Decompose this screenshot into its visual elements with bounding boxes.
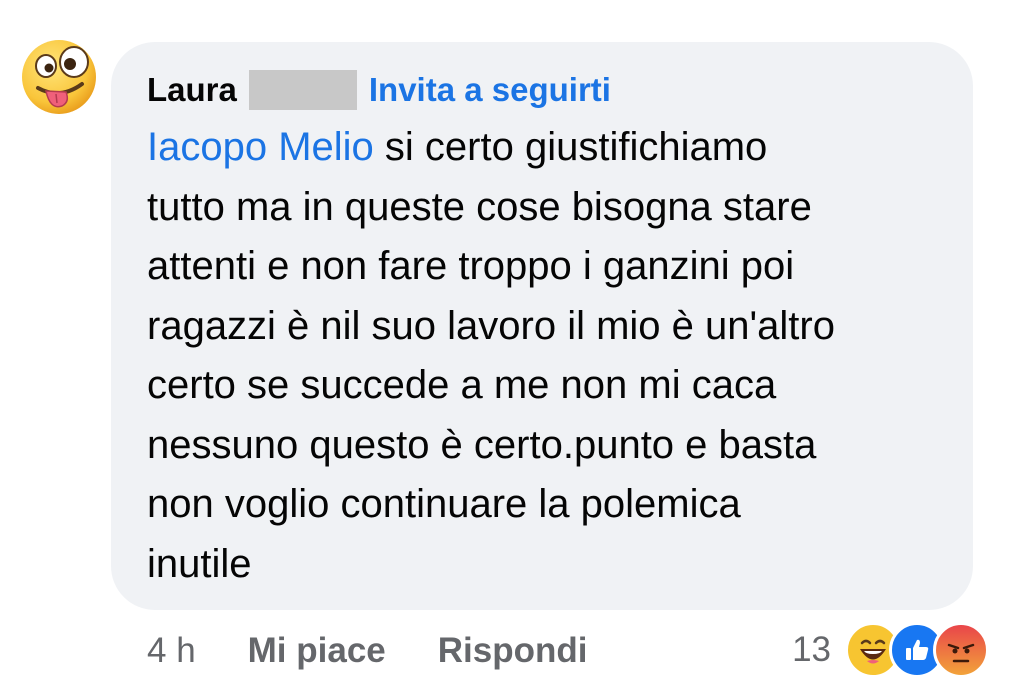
comment-line: ragazzi è nil suo lavoro il mio è un'alt… [147, 303, 835, 348]
mention-link[interactable]: Iacopo Melio [147, 125, 374, 169]
comment-header: Laura Invita a seguirti [147, 68, 611, 112]
comment-line: tutto ma in queste cose bisogna stare [147, 184, 812, 229]
crazy-face-icon [22, 40, 96, 114]
reaction-icons [845, 622, 989, 678]
comment-line: attenti e non fare troppo i ganzini poi [147, 244, 795, 288]
angry-icon [933, 622, 989, 678]
comment-line: certo se succede a me non mi caca [147, 363, 777, 407]
comment-line: si certo giustifichiamo [373, 125, 768, 169]
invite-follow-link[interactable]: Invita a seguirti [369, 71, 611, 109]
author-name[interactable]: Laura [147, 71, 237, 109]
comment-line: inutile [147, 541, 252, 586]
comment-text: Iacopo Melio si certo giustifichiamo tutt… [147, 118, 947, 594]
comment-actions: 4 h Mi piace Rispondi [147, 627, 639, 675]
reply-button[interactable]: Rispondi [438, 631, 588, 671]
like-button[interactable]: Mi piace [248, 631, 386, 671]
redacted-surname [248, 70, 357, 110]
reactions-summary[interactable]: 13 [792, 622, 989, 678]
reaction-count: 13 [792, 630, 831, 669]
comment-line: non voglio continuare la polemica [147, 482, 741, 526]
timestamp[interactable]: 4 h [147, 631, 196, 671]
avatar[interactable] [20, 38, 98, 116]
comment-line: nessuno questo è certo.punto e basta [147, 422, 817, 467]
